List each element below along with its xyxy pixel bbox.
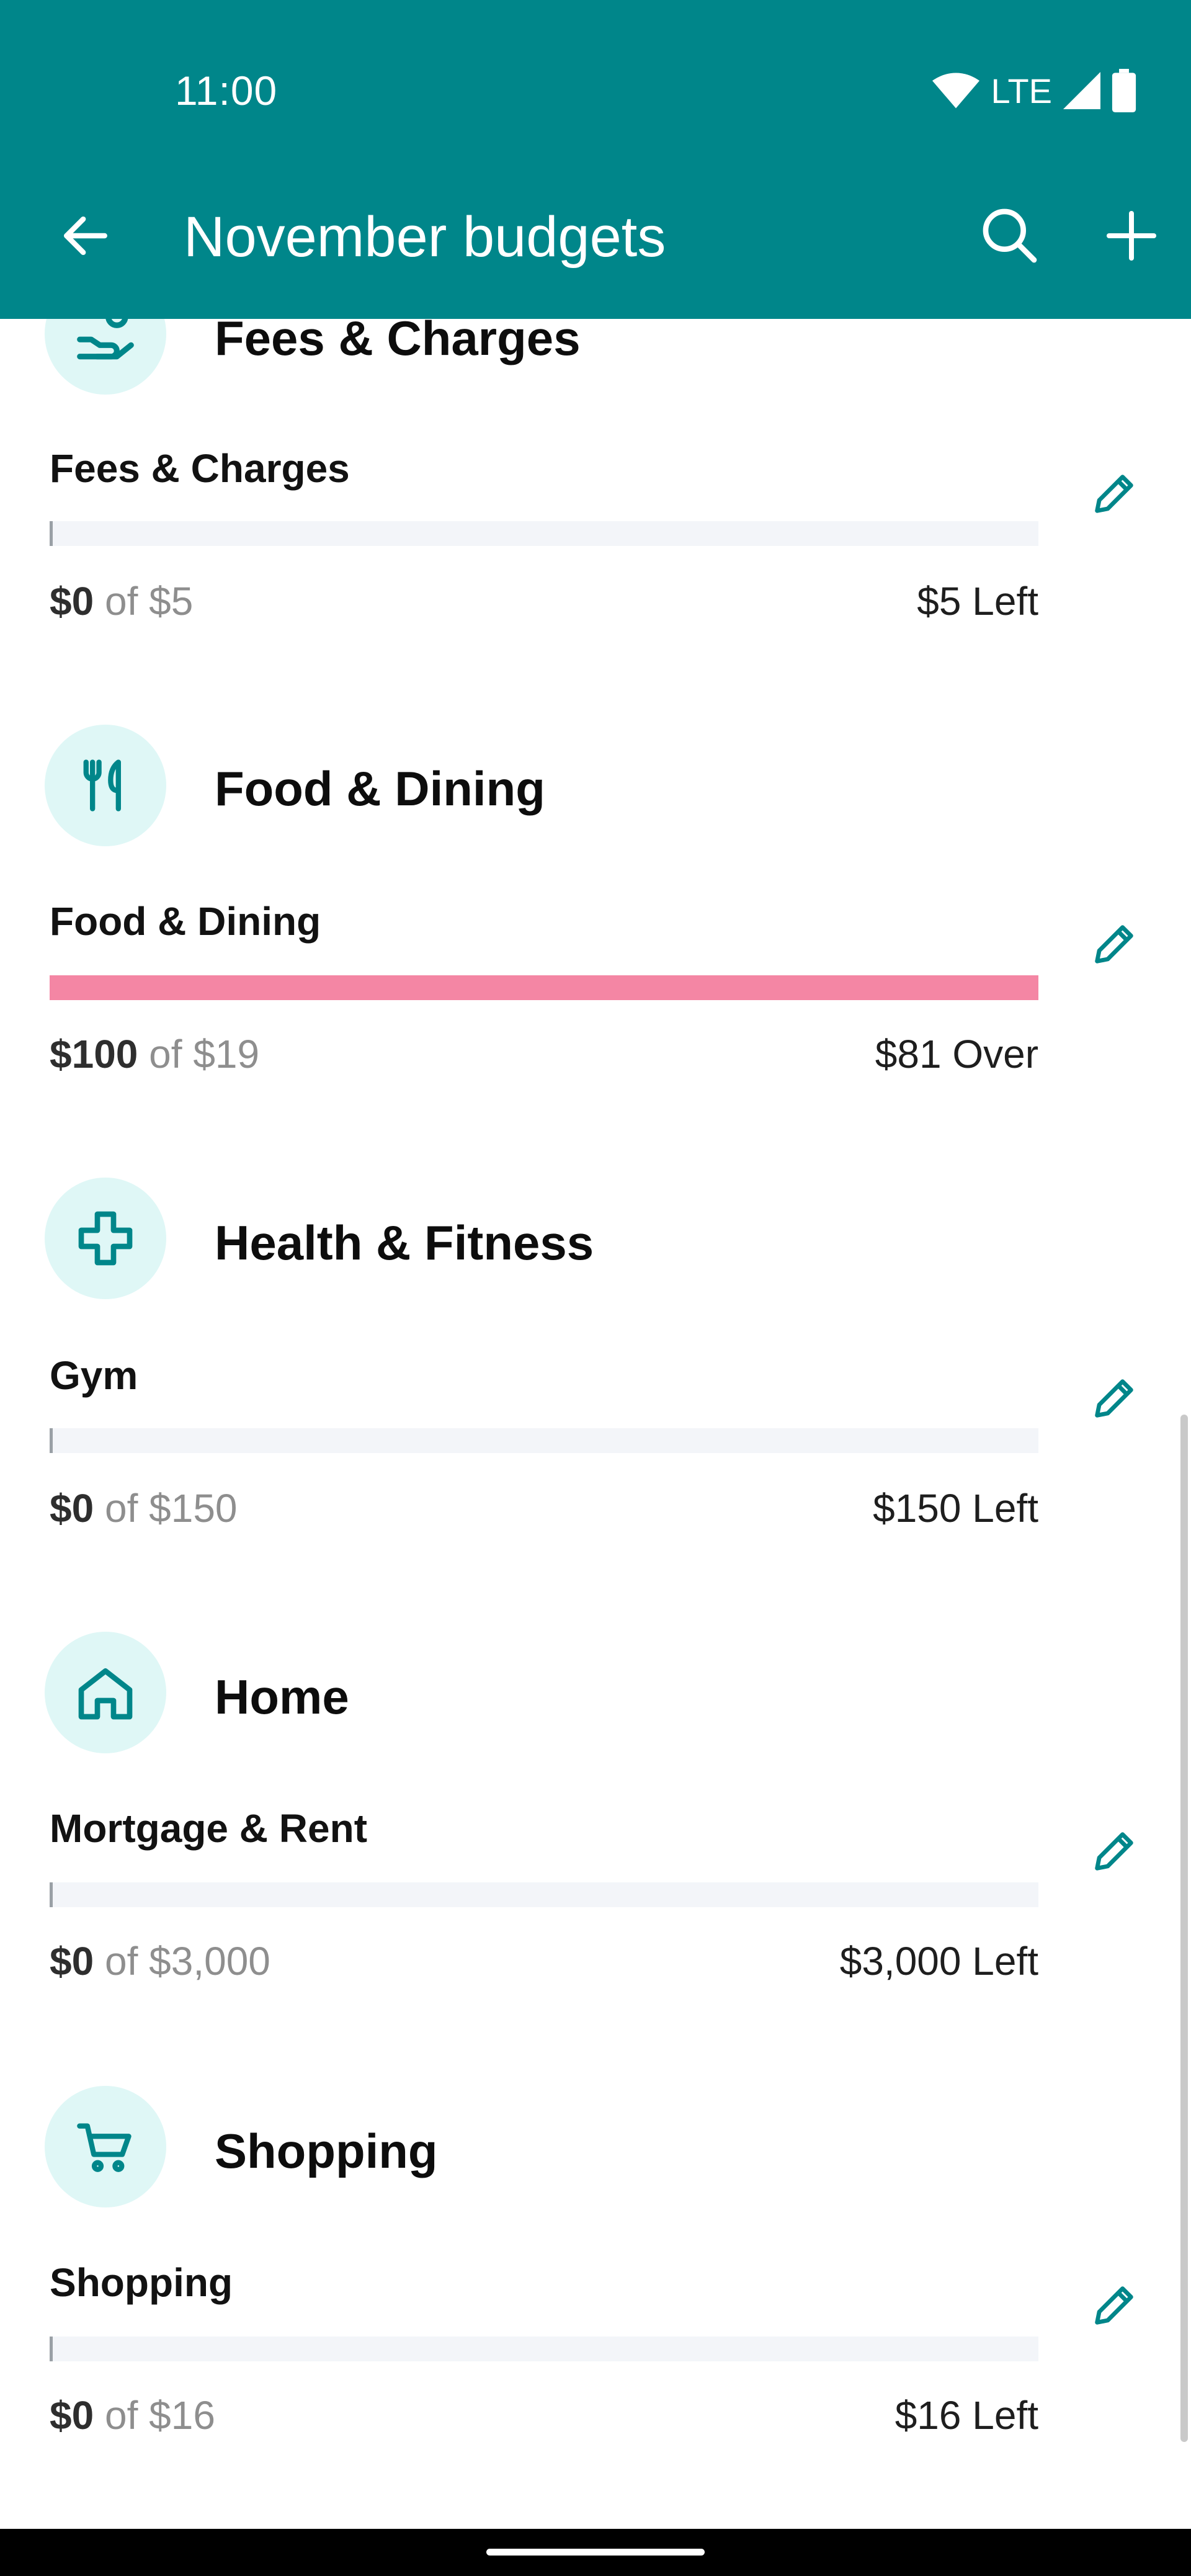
pencil-icon — [1095, 475, 1133, 513]
spent-amount: $0 — [50, 1486, 94, 1531]
budget-limit: of $3,000 — [94, 1939, 270, 1983]
status-time: 11:00 — [175, 68, 278, 114]
budget-remaining: $150 Left — [873, 1486, 1038, 1531]
search-icon — [983, 208, 1037, 263]
status-icons: LTE — [932, 66, 1136, 115]
signal-icon — [1063, 72, 1100, 109]
category-icon-circle — [45, 2086, 166, 2207]
budget-remaining: $5 Left — [917, 579, 1038, 624]
budget-name: Gym — [50, 1353, 138, 1398]
budget-remaining: $3,000 Left — [839, 1939, 1038, 1983]
category-header-health-fitness: Health & Fitness — [0, 1178, 1191, 1302]
budget-limit: of $150 — [94, 1486, 238, 1531]
budget-name: Food & Dining — [50, 899, 321, 944]
category-icon-circle — [45, 1632, 166, 1753]
app-bar: 11:00 LTE November budgets — [0, 0, 1191, 319]
shopping-cart-icon — [77, 2123, 132, 2172]
category-title: Food & Dining — [215, 761, 545, 816]
category-title: Health & Fitness — [215, 1215, 594, 1270]
category-header-home: Home — [0, 1632, 1191, 1756]
system-nav-bar — [0, 2529, 1191, 2576]
progress-start-tick — [50, 2337, 53, 2361]
health-cross-icon — [78, 1211, 133, 1266]
pencil-icon — [1095, 1379, 1133, 1418]
battery-icon — [1112, 69, 1136, 112]
pencil-icon — [1095, 2286, 1133, 2325]
budget-spent: $0 of $150 — [50, 1485, 238, 1531]
budget-name: Fees & Charges — [50, 446, 350, 491]
network-type: LTE — [991, 71, 1052, 110]
budget-list: Fees & Charges Fees & Charges $0 of $5 $… — [0, 0, 1191, 2529]
progress-start-tick — [50, 521, 53, 546]
spent-amount: $100 — [50, 1032, 138, 1076]
category-header-shopping: Shopping — [0, 2086, 1191, 2210]
budget-spent: $100 of $19 — [50, 1031, 259, 1077]
edit-budget-button[interactable] — [1071, 1355, 1158, 1442]
pencil-icon — [1095, 1832, 1133, 1871]
budget-progress-bar — [50, 2337, 1038, 2361]
budget-name: Shopping — [50, 2260, 233, 2305]
house-icon — [78, 1668, 133, 1720]
back-button[interactable] — [42, 192, 129, 279]
budget-progress-bar — [50, 1882, 1038, 1907]
budget-progress-bar — [50, 975, 1038, 1000]
budget-limit: of $19 — [138, 1032, 260, 1076]
edit-budget-button[interactable] — [1071, 901, 1158, 988]
budget-progress-bar — [50, 1428, 1038, 1453]
spent-amount: $0 — [50, 579, 94, 624]
budget-remaining: $81 Over — [875, 1032, 1038, 1076]
spent-amount: $0 — [50, 1939, 94, 1983]
category-title: Shopping — [215, 2124, 438, 2178]
category-icon-circle — [45, 725, 166, 846]
arrow-back-icon — [64, 216, 107, 256]
budget-spent: $0 of $3,000 — [50, 1938, 270, 1984]
pencil-icon — [1095, 925, 1133, 964]
category-icon-circle — [45, 1178, 166, 1299]
budget-limit: of $16 — [94, 2393, 215, 2438]
category-title: Home — [215, 1670, 349, 1724]
plus-icon — [1107, 211, 1156, 261]
search-button[interactable] — [966, 192, 1053, 279]
home-gesture-handle[interactable] — [486, 2549, 705, 2556]
budget-remaining: $16 Left — [894, 2393, 1038, 2438]
category-header-food-dining: Food & Dining — [0, 725, 1191, 849]
budget-progress-bar — [50, 521, 1038, 546]
edit-budget-button[interactable] — [1071, 1808, 1158, 1895]
add-budget-button[interactable] — [1088, 192, 1175, 279]
budget-spent: $0 of $5 — [50, 578, 193, 624]
progress-start-tick — [50, 1882, 53, 1907]
edit-budget-button[interactable] — [1071, 450, 1158, 537]
progress-fill-over-budget — [50, 975, 1038, 1000]
fork-knife-icon — [83, 759, 121, 812]
budget-spent: $0 of $16 — [50, 2392, 215, 2438]
page-title: November budgets — [184, 205, 666, 269]
spent-amount: $0 — [50, 2393, 94, 2438]
budget-name: Mortgage & Rent — [50, 1806, 367, 1851]
scrollbar[interactable] — [1180, 1415, 1188, 2442]
wifi-icon — [932, 73, 980, 109]
budget-limit: of $5 — [94, 579, 194, 624]
edit-budget-button[interactable] — [1071, 2262, 1158, 2349]
progress-start-tick — [50, 1428, 53, 1453]
